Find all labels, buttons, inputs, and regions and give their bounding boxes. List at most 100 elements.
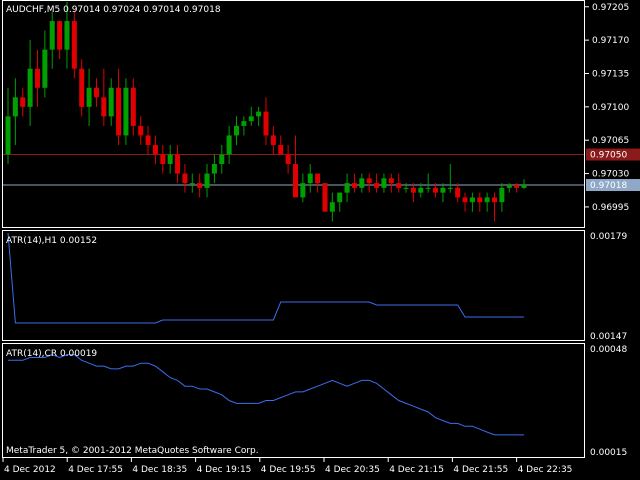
candle <box>477 192 483 212</box>
candle <box>410 183 416 203</box>
price-tick-label: 0.97135 <box>592 69 629 79</box>
candle-body <box>292 164 298 198</box>
candle <box>57 21 63 60</box>
candle-body <box>263 111 269 136</box>
price-pane-header: AUDCHF,M5 0.97014 0.97024 0.97014 0.9701… <box>6 5 221 15</box>
candle <box>93 78 99 107</box>
atr-cr-tick-top: 0.00048 <box>590 345 627 355</box>
candle <box>425 173 431 193</box>
candle-body <box>300 183 306 198</box>
candle <box>248 106 254 126</box>
atr-cr-tick-bottom: 0.00015 <box>590 448 627 458</box>
candle <box>278 135 284 155</box>
candle-body <box>484 197 490 203</box>
candle <box>270 125 276 155</box>
candle <box>344 173 350 203</box>
candle <box>86 68 92 126</box>
candle-body <box>248 116 254 122</box>
candle <box>226 125 232 165</box>
candle <box>27 40 33 126</box>
candle-body <box>447 187 453 189</box>
candle-body <box>42 49 48 88</box>
atr-h1-header: ATR(14),H1 0.00152 <box>6 236 97 246</box>
candle <box>315 173 321 193</box>
bid-price-label-text: 0.97018 <box>590 181 627 191</box>
candle <box>455 183 461 203</box>
candle <box>130 78 136 136</box>
price-tick-label: 0.97100 <box>592 103 629 113</box>
candle-body <box>182 173 188 184</box>
candle <box>182 164 188 193</box>
candle-body <box>12 97 18 117</box>
candle <box>322 183 328 212</box>
candle <box>469 192 475 212</box>
candle <box>388 173 394 193</box>
candle-body <box>351 183 357 188</box>
candle-body <box>116 87 122 136</box>
candle <box>79 59 85 117</box>
atr-h1-pane-frame <box>2 230 585 341</box>
candle-body <box>337 192 343 203</box>
candle-body <box>425 187 431 189</box>
candle-body <box>440 187 446 193</box>
candle-body <box>71 21 77 69</box>
candle-body <box>477 197 483 203</box>
candle-body <box>270 135 276 145</box>
candle-body <box>492 197 498 203</box>
candle <box>71 11 77 79</box>
time-tick-label: 4 Dec 19:55 <box>261 465 316 475</box>
candle-body <box>418 187 424 193</box>
candle <box>462 192 468 212</box>
candle-body <box>27 68 33 107</box>
candle <box>307 164 313 193</box>
candle-body <box>315 173 321 184</box>
candle-body <box>410 187 416 193</box>
price-tick-label: 0.96995 <box>592 203 629 213</box>
price-tick-label: 0.97170 <box>592 36 629 46</box>
candle-body <box>145 135 151 145</box>
candle-body <box>152 144 158 155</box>
time-tick-label: 4 Dec 17:55 <box>68 465 123 475</box>
candle <box>292 135 298 198</box>
candle <box>359 173 365 193</box>
candle <box>300 173 306 203</box>
candle <box>20 87 26 117</box>
time-tick-label: 4 Dec 20:35 <box>325 465 380 475</box>
candle <box>329 192 335 222</box>
candle-body <box>322 183 328 212</box>
time-tick-label: 4 Dec 21:55 <box>453 465 508 475</box>
candle <box>5 87 11 165</box>
atr-cr-line <box>8 354 524 436</box>
candlestick-series <box>5 2 527 222</box>
bid-price-label: 0.97018 <box>586 179 640 192</box>
atr-h1-pane[interactable]: ATR(14),H1 0.00152 0.00179 0.00147 <box>2 230 628 343</box>
candle <box>374 173 380 193</box>
candle-body <box>359 178 365 188</box>
trading-chart[interactable]: AUDCHF,M5 0.97014 0.97024 0.97014 0.9701… <box>0 0 640 480</box>
candle-body <box>499 187 505 203</box>
price-pane[interactable]: AUDCHF,M5 0.97014 0.97024 0.97014 0.9701… <box>2 0 640 228</box>
candle-body <box>506 185 512 188</box>
candle-body <box>211 164 217 174</box>
candle <box>167 144 173 174</box>
candle-body <box>5 116 11 155</box>
candle-body <box>108 87 114 117</box>
candle-body <box>64 21 70 50</box>
atr-cr-pane[interactable]: ATR(14),CR 0.00019 0.00048 0.00015 MetaT… <box>2 343 628 459</box>
candle <box>337 192 343 212</box>
time-tick-label: 4 Dec 22:35 <box>518 465 573 475</box>
candle <box>12 78 18 145</box>
candle-body <box>138 125 144 136</box>
time-tick-label: 4 Dec 21:15 <box>389 465 444 475</box>
atr-h1-tick-top: 0.00179 <box>590 232 627 242</box>
candle <box>521 179 527 189</box>
time-axis[interactable]: 4 Dec 2012 4 Dec 17:55 4 Dec 18:35 4 Dec 19… <box>2 458 573 475</box>
candle <box>381 173 387 193</box>
candle <box>447 164 453 193</box>
candle-body <box>167 154 173 165</box>
candle <box>263 97 269 145</box>
candle <box>366 173 372 193</box>
candle <box>234 116 240 145</box>
candle-body <box>366 178 372 184</box>
candle <box>42 30 48 98</box>
